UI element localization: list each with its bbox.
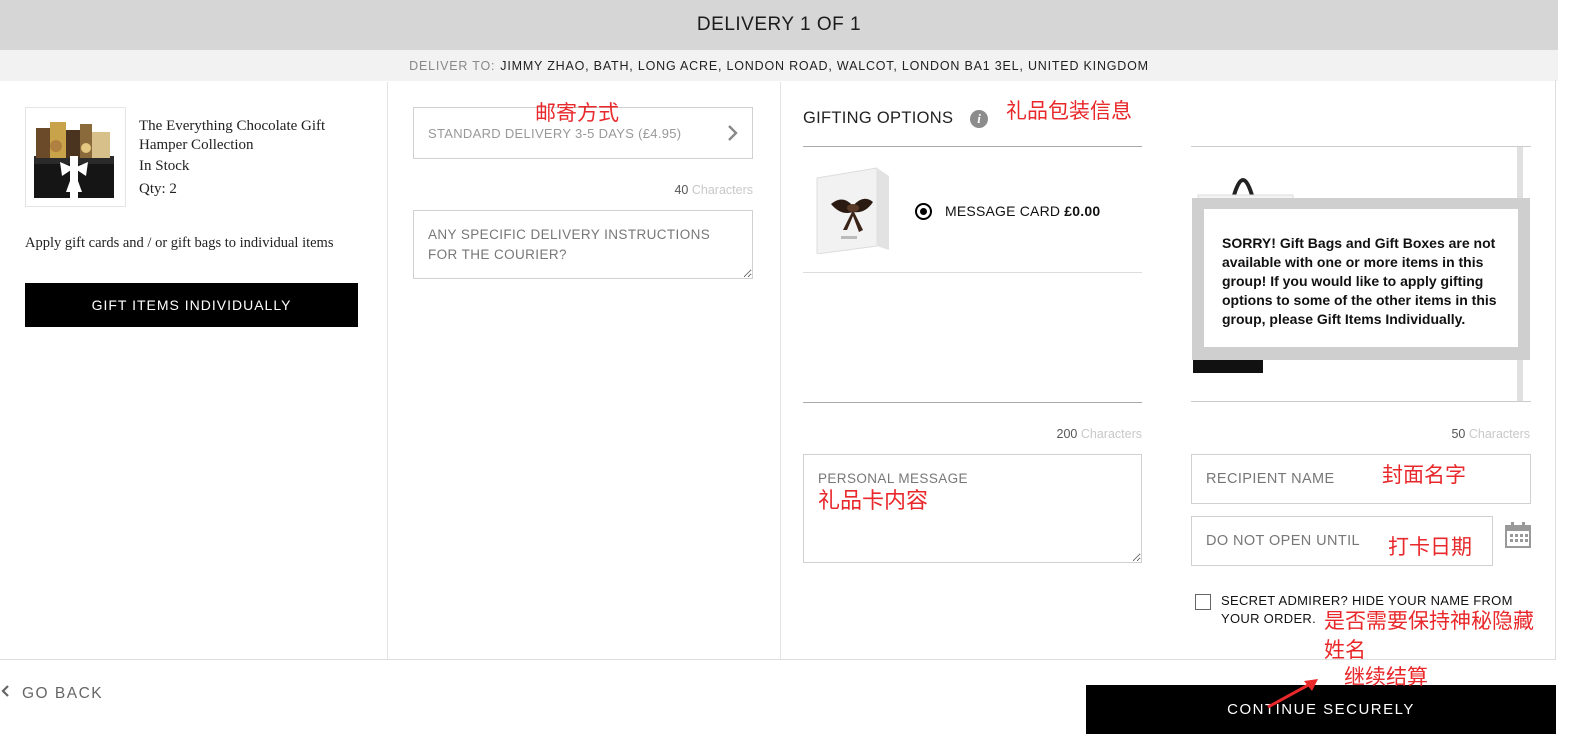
message-card-name: MESSAGE CARD bbox=[945, 203, 1061, 219]
calendar-icon[interactable] bbox=[1505, 522, 1531, 548]
delivery-instructions-field[interactable] bbox=[413, 210, 753, 279]
message-card-radio[interactable] bbox=[915, 203, 932, 220]
annotation-card-content: 礼品卡内容 bbox=[818, 489, 929, 514]
column-divider bbox=[780, 82, 781, 660]
annotation-card-date: 打卡日期 bbox=[1388, 535, 1472, 559]
gift-bag-unavailable-notice: SORRY! Gift Bags and Gift Boxes are not … bbox=[1192, 198, 1530, 360]
message-count-value: 200 bbox=[1056, 427, 1078, 441]
annotation-keep-secret: 是否需要保持神秘隐藏 bbox=[1324, 609, 1534, 633]
column-divider bbox=[387, 82, 388, 660]
annotation-gift-wrap-info: 礼品包装信息 bbox=[1006, 99, 1132, 123]
right-edge bbox=[1555, 80, 1556, 660]
annotation-delivery-method: 邮寄方式 bbox=[535, 101, 619, 125]
deliver-to-bar: DELIVER TO: JIMMY ZHAO, BATH, LONG ACRE,… bbox=[0, 50, 1558, 81]
message-char-count: 200 Characters bbox=[1000, 427, 1142, 441]
name-count-value: 50 bbox=[1451, 427, 1466, 441]
gifting-options-title: GIFTING OPTIONS bbox=[803, 109, 954, 127]
apply-gift-text: Apply gift cards and / or gift bags to i… bbox=[25, 235, 334, 251]
info-icon[interactable]: i bbox=[970, 110, 988, 128]
deliver-to-label: DELIVER TO: bbox=[409, 58, 496, 73]
divider bbox=[803, 272, 1142, 273]
divider bbox=[803, 402, 1142, 403]
delivery-title: DELIVERY 1 OF 1 bbox=[696, 14, 862, 35]
deliver-to-address: JIMMY ZHAO, BATH, LONG ACRE, LONDON ROAD… bbox=[500, 58, 1149, 73]
annotation-keep-secret-line2: 姓名 bbox=[1324, 638, 1366, 662]
chevron-left-icon bbox=[0, 684, 10, 703]
unavailable-message: SORRY! Gift Bags and Gift Boxes are not … bbox=[1204, 209, 1518, 347]
product-quantity: Qty: 2 bbox=[139, 181, 177, 197]
message-card-price: £0.00 bbox=[1064, 203, 1101, 219]
product-name[interactable]: The Everything Chocolate Gift Hamper Col… bbox=[139, 117, 369, 155]
delivery-header: DELIVERY 1 OF 1 bbox=[0, 0, 1558, 50]
annotation-continue-checkout: 继续结算 bbox=[1344, 665, 1428, 689]
name-char-count: 50 Characters bbox=[1390, 427, 1530, 441]
secret-admirer-checkbox[interactable] bbox=[1195, 594, 1211, 610]
divider bbox=[803, 146, 1142, 147]
go-back-link[interactable]: GO BACK bbox=[0, 684, 103, 703]
footer-divider bbox=[0, 659, 1556, 660]
delivery-method-value: STANDARD DELIVERY 3-5 DAYS (£4.95) bbox=[428, 125, 682, 141]
instructions-count-value: 40 bbox=[674, 183, 689, 197]
characters-label: Characters bbox=[1080, 427, 1142, 441]
characters-label: Characters bbox=[1468, 427, 1530, 441]
gift-items-individually-button[interactable]: GIFT ITEMS INDIVIDUALLY bbox=[25, 283, 358, 327]
instructions-char-count: 40 Characters bbox=[613, 183, 753, 197]
recipient-name-input[interactable] bbox=[1191, 454, 1531, 504]
product-image bbox=[25, 107, 126, 207]
characters-label: Characters bbox=[691, 183, 753, 197]
annotation-cover-name: 封面名字 bbox=[1382, 463, 1466, 487]
chevron-right-icon bbox=[726, 123, 740, 143]
stock-status: In Stock bbox=[139, 158, 190, 174]
go-back-label: GO BACK bbox=[22, 684, 104, 702]
annotation-arrow bbox=[1267, 679, 1318, 709]
message-card-image bbox=[813, 166, 893, 255]
message-card-label: MESSAGE CARD £0.00 bbox=[945, 203, 1100, 219]
